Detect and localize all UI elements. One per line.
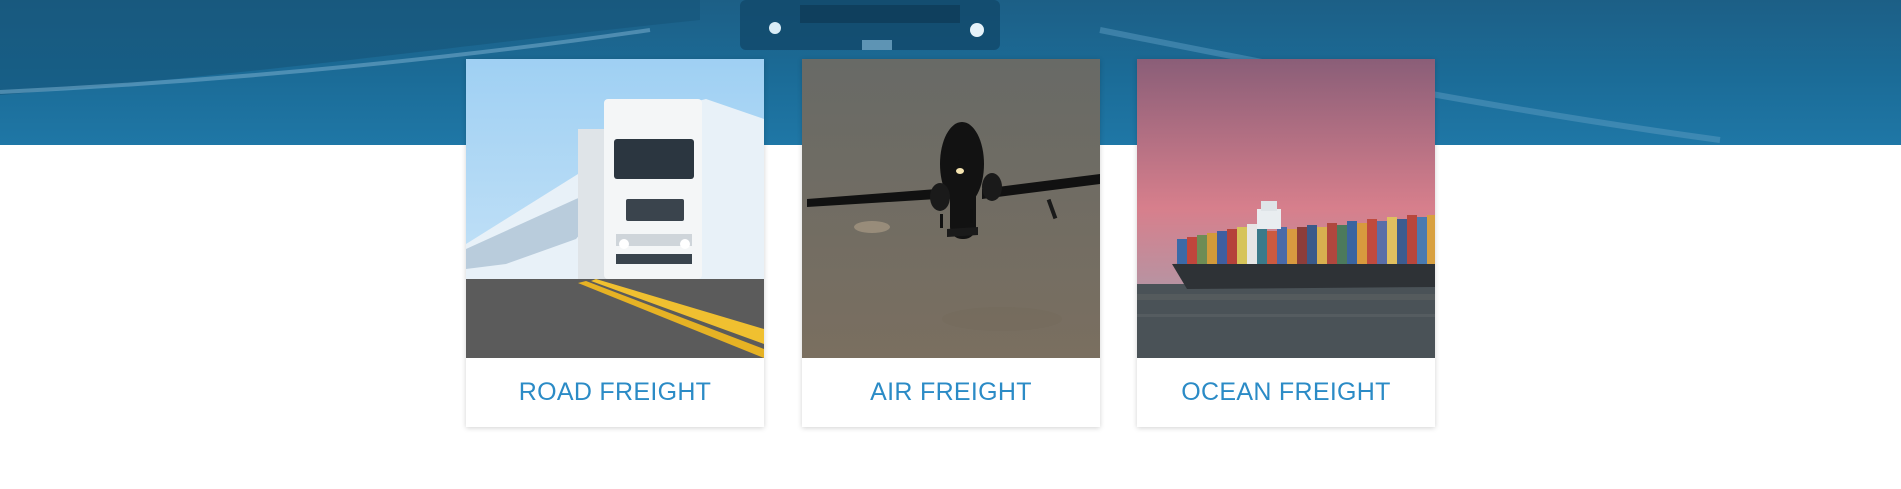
service-card-air-freight[interactable]: AIR FREIGHT: [802, 59, 1100, 427]
services-cards: ROAD FREIGHT AIR FREIGHT OCEAN FREIGHT: [466, 59, 1437, 429]
road-freight-label[interactable]: ROAD FREIGHT: [466, 358, 764, 427]
ocean-freight-label[interactable]: OCEAN FREIGHT: [1137, 358, 1435, 427]
container-ship-photo[interactable]: [1137, 59, 1435, 358]
service-card-road-freight[interactable]: ROAD FREIGHT: [466, 59, 764, 427]
service-card-ocean-freight[interactable]: OCEAN FREIGHT: [1137, 59, 1435, 427]
air-freight-label[interactable]: AIR FREIGHT: [802, 358, 1100, 427]
truck-on-road-photo[interactable]: [466, 59, 764, 358]
airplane-landing-photo[interactable]: [802, 59, 1100, 358]
